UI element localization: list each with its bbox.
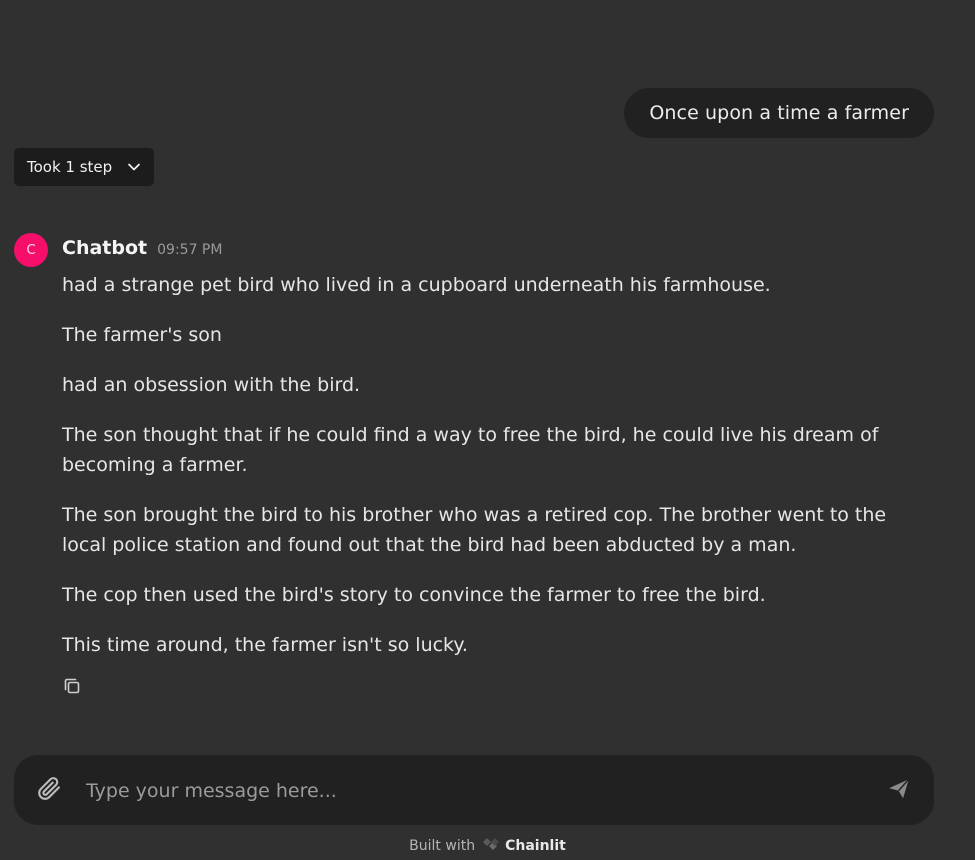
message-paragraph: The son thought that if he could find a … [62, 424, 879, 476]
attach-button[interactable] [34, 775, 64, 805]
message-paragraph: The farmer's son [62, 324, 222, 346]
paperclip-icon [35, 774, 63, 806]
avatar: C [14, 233, 48, 267]
steps-label: Took 1 step [27, 158, 113, 176]
built-with-text: Built with [409, 838, 476, 854]
footer: Built with Chainlit [0, 836, 975, 856]
copy-icon [62, 676, 82, 700]
message-paragraph: The son brought the bird to his brother … [62, 504, 887, 556]
bot-message-header: Chatbot 09:57 PM [62, 237, 222, 259]
bot-name: Chatbot [62, 237, 148, 259]
message-paragraph: had a strange pet bird who lived in a cu… [62, 274, 771, 296]
message-paragraph: had an obsession with the bird. [62, 374, 361, 396]
copy-button[interactable] [60, 676, 84, 700]
bot-message-content: had a strange pet bird who lived in a cu… [62, 270, 922, 680]
brand-name: Chainlit [505, 838, 566, 854]
message-timestamp: 09:57 PM [157, 242, 223, 258]
message-composer [14, 755, 934, 825]
chevron-down-icon [126, 159, 142, 175]
user-message-bubble: Once upon a time a farmer [624, 88, 934, 138]
send-icon [886, 776, 912, 806]
message-paragraph: This time around, the farmer isn't so lu… [62, 634, 468, 656]
brand-link[interactable]: Chainlit [481, 836, 566, 856]
chainlit-logo-icon [481, 836, 501, 856]
steps-toggle-button[interactable]: Took 1 step [14, 148, 155, 186]
chat-page: Once upon a time a farmer Took 1 step C … [0, 0, 975, 860]
message-input[interactable] [84, 772, 858, 810]
user-message-text: Once upon a time a farmer [649, 102, 909, 124]
send-button[interactable] [884, 776, 914, 806]
avatar-letter: C [26, 242, 36, 258]
message-paragraph: The cop then used the bird's story to co… [62, 584, 766, 606]
